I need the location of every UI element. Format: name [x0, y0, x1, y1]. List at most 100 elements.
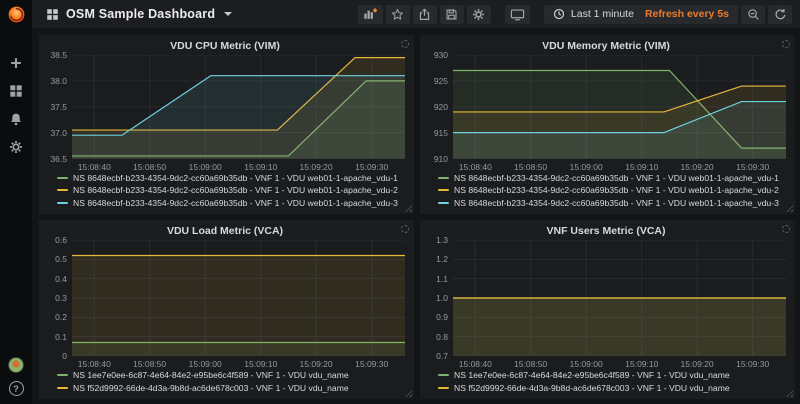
panel-resize-handle[interactable]: [786, 390, 793, 397]
chart-plot-area[interactable]: 15:08:4015:08:5015:09:0015:09:1015:09:20…: [453, 240, 786, 356]
y-axis-tick-label: 930: [434, 50, 448, 60]
x-axis-tick-label: 15:09:20: [300, 359, 333, 369]
chart-plot-area[interactable]: 15:08:4015:08:5015:09:0015:09:1015:09:20…: [72, 240, 405, 356]
panel-title[interactable]: VDU Load Metric (VCA): [45, 223, 405, 240]
refresh-button[interactable]: [768, 5, 792, 24]
legend-item[interactable]: NS 1ee7e0ee-6c87-4e64-84e2-e95be6c4f589 …: [438, 369, 786, 382]
bell-icon[interactable]: [4, 110, 28, 128]
time-range-label: Last 1 minute: [571, 8, 634, 20]
y-axis-tick-label: 915: [434, 128, 448, 138]
legend-item[interactable]: NS f52d9992-66de-4d3a-9b8d-ac6de678c003 …: [57, 382, 405, 395]
y-axis-tick-label: 38.5: [50, 50, 67, 60]
x-axis-tick-label: 15:09:10: [625, 162, 658, 172]
panel-title[interactable]: VDU CPU Metric (VIM): [45, 38, 405, 55]
cycle-view-tv-button[interactable]: [505, 5, 530, 24]
series-color-dash-icon: [438, 189, 449, 191]
series-name: NS 1ee7e0ee-6c87-4e64-84e2-e95be6c4f589 …: [73, 370, 349, 380]
legend-item[interactable]: NS f52d9992-66de-4d3a-9b8d-ac6de678c003 …: [438, 382, 786, 395]
series-color-dash-icon: [57, 387, 68, 389]
sidebar: ?: [0, 0, 32, 404]
x-axis-tick-label: 15:08:50: [514, 162, 547, 172]
clock-icon: [553, 8, 565, 20]
panel-title[interactable]: VNF Users Metric (VCA): [426, 223, 786, 240]
series-name: NS 8648ecbf-b233-4354-9dc2-cc60a69b35db …: [454, 198, 779, 208]
add-icon[interactable]: [4, 54, 28, 72]
series-name: NS 8648ecbf-b233-4354-9dc2-cc60a69b35db …: [454, 173, 779, 183]
series-color-dash-icon: [57, 202, 68, 204]
panel-title[interactable]: VDU Memory Metric (VIM): [426, 38, 786, 55]
save-button[interactable]: [440, 5, 464, 24]
panel-resize-handle[interactable]: [405, 390, 412, 397]
legend-item[interactable]: NS 8648ecbf-b233-4354-9dc2-cc60a69b35db …: [438, 184, 786, 197]
series-name: NS f52d9992-66de-4d3a-9b8d-ac6de678c003 …: [454, 383, 730, 393]
legend-item[interactable]: NS 1ee7e0ee-6c87-4e64-84e2-e95be6c4f589 …: [57, 369, 405, 382]
legend-item[interactable]: NS 8648ecbf-b233-4354-9dc2-cc60a69b35db …: [57, 172, 405, 185]
dashboards-grid-icon[interactable]: [4, 82, 28, 100]
x-axis-tick-label: 15:09:10: [625, 359, 658, 369]
y-axis-tick-label: 920: [434, 102, 448, 112]
y-axis-tick-label: 910: [434, 154, 448, 164]
x-axis-tick-label: 15:08:50: [133, 359, 166, 369]
y-axis-tick-label: 0.9: [436, 312, 448, 322]
share-button[interactable]: [413, 5, 437, 24]
chart-legend: NS 1ee7e0ee-6c87-4e64-84e2-e95be6c4f589 …: [426, 369, 786, 396]
legend-item[interactable]: NS 8648ecbf-b233-4354-9dc2-cc60a69b35db …: [438, 197, 786, 210]
time-picker-button[interactable]: Last 1 minute Refresh every 5s: [544, 5, 738, 24]
zoom-out-button[interactable]: [741, 5, 765, 24]
y-axis-tick-label: 1.1: [436, 274, 448, 284]
x-axis: 15:08:4015:08:5015:09:0015:09:1015:09:20…: [72, 159, 405, 172]
add-panel-button[interactable]: [358, 5, 383, 24]
series-color-dash-icon: [57, 189, 68, 191]
grafana-logo-icon[interactable]: [0, 0, 32, 28]
x-axis-tick-label: 15:08:50: [133, 162, 166, 172]
x-axis-tick-label: 15:08:50: [514, 359, 547, 369]
y-axis-tick-label: 37.0: [50, 128, 67, 138]
panel-loading-spinner-icon: [401, 40, 409, 48]
y-axis-tick-label: 1.2: [436, 254, 448, 264]
y-axis: 930925920915910: [426, 55, 453, 159]
help-icon[interactable]: ?: [9, 381, 24, 396]
x-axis-tick-label: 15:09:00: [570, 359, 603, 369]
series-color-dash-icon: [57, 374, 68, 376]
y-axis-tick-label: 37.5: [50, 102, 67, 112]
y-axis-tick-label: 1.3: [436, 235, 448, 245]
legend-item[interactable]: NS 8648ecbf-b233-4354-9dc2-cc60a69b35db …: [57, 184, 405, 197]
gear-icon[interactable]: [4, 138, 28, 156]
legend-item[interactable]: NS 8648ecbf-b233-4354-9dc2-cc60a69b35db …: [438, 172, 786, 185]
x-axis: 15:08:4015:08:5015:09:0015:09:1015:09:20…: [72, 356, 405, 369]
caret-down-icon: [224, 12, 232, 16]
settings-gear-button[interactable]: [467, 5, 491, 24]
chart-plot-area[interactable]: 15:08:4015:08:5015:09:0015:09:1015:09:20…: [72, 55, 405, 159]
y-axis-tick-label: 0.5: [55, 254, 67, 264]
x-axis-tick-label: 15:09:30: [355, 162, 388, 172]
dashboard-title-dropdown[interactable]: OSM Sample Dashboard: [46, 7, 232, 21]
chart-legend: NS 1ee7e0ee-6c87-4e64-84e2-e95be6c4f589 …: [45, 369, 405, 396]
y-axis-tick-label: 0.6: [55, 235, 67, 245]
star-button[interactable]: [386, 5, 410, 24]
y-axis-tick-label: 0.4: [55, 274, 67, 284]
series-color-dash-icon: [438, 202, 449, 204]
y-axis-tick-label: 0: [62, 351, 67, 361]
series-name: NS 8648ecbf-b233-4354-9dc2-cc60a69b35db …: [73, 173, 398, 183]
x-axis-tick-label: 15:09:00: [570, 162, 603, 172]
series-name: NS f52d9992-66de-4d3a-9b8d-ac6de678c003 …: [73, 383, 349, 393]
series-name: NS 8648ecbf-b233-4354-9dc2-cc60a69b35db …: [73, 198, 398, 208]
series-name: NS 1ee7e0ee-6c87-4e64-84e2-e95be6c4f589 …: [454, 370, 730, 380]
panel-loading-spinner-icon: [782, 225, 790, 233]
x-axis-tick-label: 15:09:20: [300, 162, 333, 172]
series-color-dash-icon: [438, 374, 449, 376]
dashboard-grid: VDU CPU Metric (VIM) 38.538.037.537.036.…: [32, 28, 800, 404]
chart-plot-area[interactable]: 15:08:4015:08:5015:09:0015:09:1015:09:20…: [453, 55, 786, 159]
panel-resize-handle[interactable]: [786, 205, 793, 212]
chart-legend: NS 8648ecbf-b233-4354-9dc2-cc60a69b35db …: [45, 172, 405, 212]
x-axis-tick-label: 15:09:10: [244, 162, 277, 172]
dashboard-title: OSM Sample Dashboard: [66, 7, 215, 21]
x-axis-tick-label: 15:09:30: [736, 359, 769, 369]
panel-resize-handle[interactable]: [405, 205, 412, 212]
y-axis-tick-label: 0.3: [55, 293, 67, 303]
user-avatar[interactable]: [8, 357, 24, 373]
x-axis: 15:08:4015:08:5015:09:0015:09:1015:09:20…: [453, 159, 786, 172]
top-navbar: OSM Sample Dashboard: [32, 0, 800, 28]
y-axis: 0.60.50.40.30.20.10: [45, 240, 72, 356]
legend-item[interactable]: NS 8648ecbf-b233-4354-9dc2-cc60a69b35db …: [57, 197, 405, 210]
